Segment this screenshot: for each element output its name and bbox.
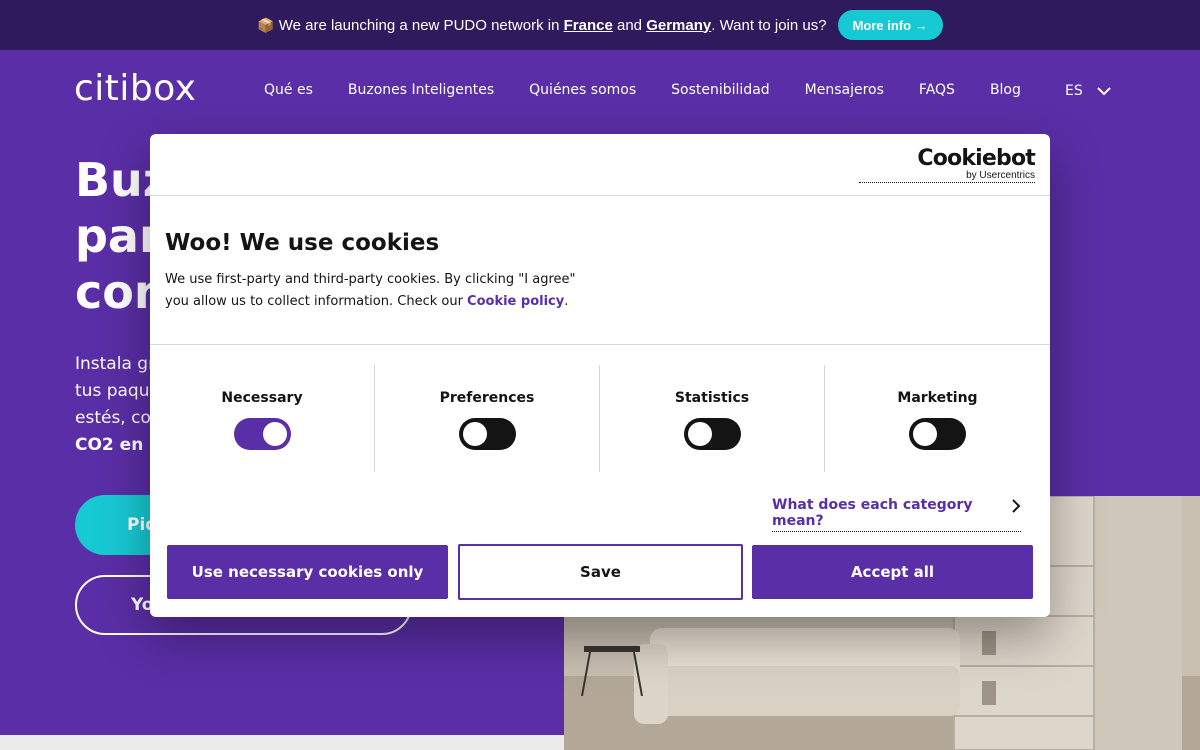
site-header: citibox Qué es Buzones Inteligentes Quié… [0,50,1200,134]
nav-item-quienes-somos[interactable]: Quiénes somos [529,82,636,98]
nav-item-sostenibilidad[interactable]: Sostenibilidad [671,82,770,98]
preferences-toggle[interactable] [459,418,516,450]
nav-item-que-es[interactable]: Qué es [264,82,313,98]
cookie-consent-dialog: Cookiebot by Usercentrics Woo! We use co… [150,134,1050,617]
france-link[interactable]: France [564,17,613,34]
category-label: Preferences [439,390,535,406]
cookie-policy-link[interactable]: Cookie policy [467,294,564,309]
cookiebot-brand: Cookiebot [917,146,1035,171]
category-necessary: Necessary [150,365,375,472]
nav-item-buzones[interactable]: Buzones Inteligentes [348,82,494,98]
category-preferences: Preferences [375,365,600,472]
cookie-categories: Necessary Preferences Statistics Marketi… [150,365,1050,472]
nav-item-blog[interactable]: Blog [990,82,1021,98]
category-details-link[interactable]: What does each category mean? [772,497,1021,532]
statistics-toggle[interactable] [684,418,741,450]
package-icon: 📦 [257,16,275,33]
toggle-knob [913,422,937,446]
category-label: Necessary [221,390,303,406]
germany-link[interactable]: Germany [646,17,711,34]
dialog-description: We use first-party and third-party cooki… [165,269,585,313]
category-label: Marketing [897,390,978,406]
announcement-text-mid: and [612,16,647,34]
cookiebot-logo[interactable]: Cookiebot by Usercentrics [859,146,1036,183]
save-button[interactable]: Save [458,544,743,600]
announcement-bar: 📦 We are launching a new PUDO network in… [0,0,1200,50]
toggle-knob [263,422,287,446]
language-selector[interactable]: ES [1065,83,1111,99]
section-divider [0,735,564,750]
chevron-right-icon [1012,499,1021,513]
cookiebot-brand-sub: by Usercentrics [966,170,1035,181]
more-info-button[interactable]: More info → [837,10,943,40]
announcement-text-before: We are launching a new PUDO network in [278,16,560,34]
necessary-only-button[interactable]: Use necessary cookies only [167,545,448,599]
citibox-logo[interactable]: citibox [74,68,197,109]
chevron-down-icon [1097,86,1111,95]
category-statistics: Statistics [600,365,825,472]
language-label: ES [1065,83,1083,99]
divider [150,344,1050,345]
marketing-toggle[interactable] [909,418,966,450]
category-label: Statistics [674,390,750,406]
necessary-toggle[interactable] [234,418,291,450]
description-end: . [564,294,569,309]
dialog-header: Cookiebot by Usercentrics [150,134,1050,196]
nav-item-mensajeros[interactable]: Mensajeros [805,82,884,98]
announcement-text-after: . Want to join us? [711,16,827,34]
dialog-title: Woo! We use cookies [165,230,440,256]
main-nav: Qué es Buzones Inteligentes Quiénes somo… [264,82,1056,98]
toggle-knob [463,422,487,446]
category-marketing: Marketing [825,365,1050,472]
toggle-knob [688,422,712,446]
accept-all-button[interactable]: Accept all [752,545,1033,599]
nav-item-faqs[interactable]: FAQS [919,82,955,98]
details-link-label: What does each category mean? [772,497,973,529]
